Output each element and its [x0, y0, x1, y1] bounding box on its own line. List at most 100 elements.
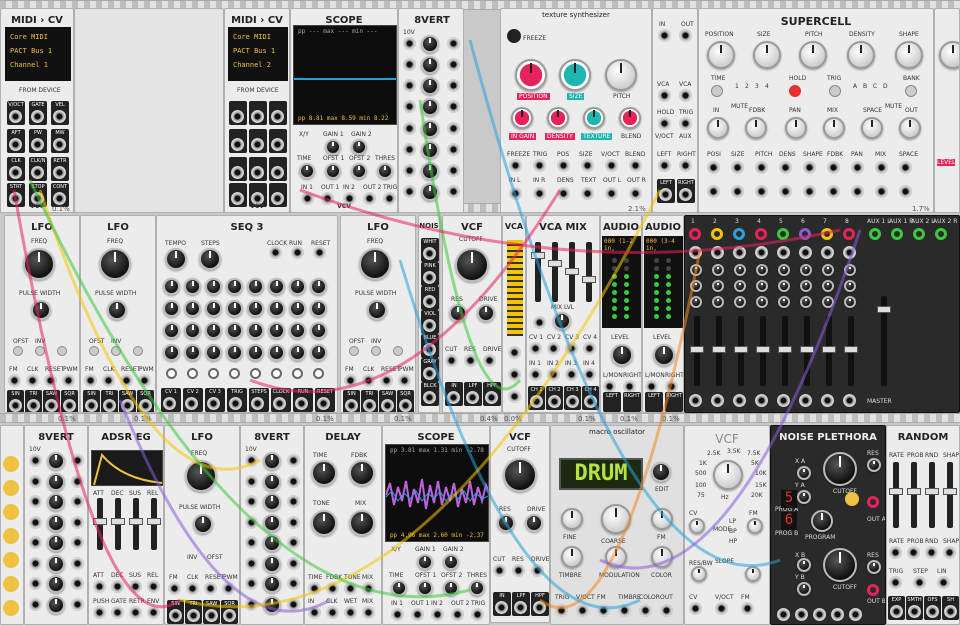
frequency-knob[interactable]	[713, 460, 743, 490]
position-cv-jack[interactable]	[557, 159, 570, 172]
channel-fader[interactable]	[800, 316, 814, 386]
output-jack-box[interactable]: RIGHT	[623, 392, 641, 412]
attenuverter-knob[interactable]	[263, 513, 281, 532]
cv-jack[interactable]	[129, 580, 142, 593]
midi-channel[interactable]: Channel 2	[233, 61, 283, 69]
attenuverter-knob[interactable]	[47, 513, 65, 532]
input-jack[interactable]	[913, 576, 926, 589]
io-jack[interactable]	[451, 608, 464, 621]
knob[interactable]	[939, 41, 959, 69]
yb-knob[interactable]	[797, 582, 811, 596]
cv-jack[interactable]	[943, 546, 956, 559]
patched-input[interactable]	[777, 228, 789, 240]
level-knob[interactable]	[611, 344, 633, 366]
channel-knob[interactable]	[756, 296, 768, 308]
out-jack[interactable]	[679, 29, 692, 42]
cv-jack[interactable]	[899, 185, 912, 198]
noise-jack[interactable]	[423, 295, 436, 308]
fader-cap[interactable]	[925, 488, 939, 495]
cv-input-jack[interactable]	[403, 100, 416, 114]
channel-knob[interactable]	[690, 280, 702, 292]
channel-output[interactable]	[843, 394, 856, 407]
blend-knob[interactable]	[619, 107, 641, 129]
cv-jack[interactable]	[827, 161, 840, 174]
step-knob[interactable]	[268, 278, 285, 295]
output-jack-box[interactable]: SQR	[137, 390, 154, 412]
param-knob[interactable]	[443, 580, 459, 596]
io-jack[interactable]	[639, 604, 652, 617]
cv-jack[interactable]	[851, 185, 864, 198]
step-knob[interactable]	[163, 322, 180, 339]
step-knob[interactable]	[247, 344, 264, 361]
cv-input-jack[interactable]	[29, 495, 42, 508]
io-jack[interactable]	[555, 604, 568, 617]
audio-jack-box[interactable]: IN	[445, 382, 463, 406]
channel-output[interactable]	[711, 394, 724, 407]
clk-output[interactable]: CLK	[7, 157, 25, 181]
stage-fader[interactable]	[147, 498, 161, 550]
channel-output[interactable]	[755, 394, 768, 407]
attenuverter-knob[interactable]	[263, 575, 281, 593]
channel-fader[interactable]	[844, 316, 858, 386]
cv-jack[interactable]	[731, 185, 744, 198]
input-jack[interactable]	[565, 368, 578, 381]
noise-jack[interactable]	[423, 319, 436, 332]
cv-input-jack[interactable]	[403, 163, 416, 177]
input-jack[interactable]	[8, 374, 21, 387]
io-jack[interactable]	[326, 606, 339, 619]
gain1-knob[interactable]	[417, 554, 433, 570]
master-fader[interactable]	[877, 296, 891, 386]
offset1-knob[interactable]	[325, 163, 341, 179]
noise-output[interactable]: BLCK	[421, 382, 439, 406]
aux-plug[interactable]	[913, 228, 925, 240]
noise-output[interactable]: GRAY	[421, 358, 439, 382]
io-jack[interactable]	[471, 608, 484, 621]
step-knob[interactable]	[184, 322, 201, 339]
input-jack[interactable]	[222, 582, 235, 595]
channel-output[interactable]	[689, 394, 702, 407]
attenuverter-knob[interactable]	[47, 472, 65, 491]
channel-knob[interactable]	[734, 296, 746, 308]
audio-jack-box[interactable]: IN	[493, 592, 511, 616]
bank-button[interactable]	[905, 85, 917, 97]
input-jack[interactable]	[529, 368, 542, 381]
attenuverter-knob[interactable]	[421, 140, 439, 159]
fader-cap[interactable]	[129, 518, 143, 525]
step-knob[interactable]	[163, 278, 180, 295]
noise-jack[interactable]	[423, 247, 436, 260]
vca-jack[interactable]	[508, 390, 521, 403]
pw-output[interactable]	[249, 129, 267, 153]
aux-plug[interactable]	[935, 228, 947, 240]
output-jack[interactable]	[363, 399, 376, 412]
device-name[interactable]: 000 (1-2 in,	[604, 238, 640, 252]
trig-button[interactable]	[829, 85, 841, 97]
gate-button[interactable]	[271, 368, 282, 379]
channel-fader[interactable]	[582, 242, 596, 302]
out-l-jack[interactable]	[605, 187, 618, 200]
vca-jack[interactable]	[658, 89, 671, 102]
gate-button[interactable]	[208, 368, 219, 379]
cv-jack[interactable]	[547, 342, 560, 355]
output-jack-box[interactable]: STEPS	[249, 388, 269, 412]
input-jack[interactable]	[362, 374, 375, 387]
toggle-button[interactable]	[89, 346, 99, 356]
output-jack[interactable]	[121, 399, 134, 412]
cv-jack[interactable]	[111, 580, 124, 593]
cv-jack[interactable]	[93, 580, 106, 593]
attenuverter-knob[interactable]	[263, 493, 281, 511]
clk-n-output[interactable]: CLK/N	[29, 157, 47, 181]
v-oct-output[interactable]	[229, 101, 247, 125]
output-jack[interactable]	[229, 397, 242, 410]
output-jack-box[interactable]: SH	[942, 596, 959, 620]
tone-knob[interactable]	[311, 510, 337, 536]
cv-input-jack[interactable]	[29, 577, 42, 590]
left-output[interactable]: LEFT	[657, 179, 675, 203]
stage-fader[interactable]	[129, 498, 143, 550]
channel-output[interactable]	[733, 394, 746, 407]
ya-knob[interactable]	[797, 490, 811, 504]
output-jack-box[interactable]: SAW	[43, 390, 60, 412]
noise-jack[interactable]	[423, 343, 436, 356]
fader-cap[interactable]	[531, 252, 545, 259]
cutoff-a-knob[interactable]	[823, 452, 857, 486]
cv-jack[interactable]	[707, 161, 720, 174]
